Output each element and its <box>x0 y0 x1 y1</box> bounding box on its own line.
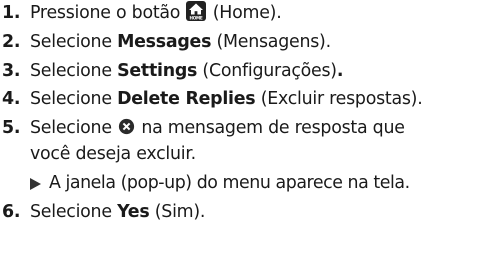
menu-option-name: Settings <box>117 60 198 81</box>
step-number: 5. <box>2 118 21 139</box>
step-4: 4. Selecione Delete Replies (Excluir res… <box>2 87 486 113</box>
svg-text:HOME: HOME <box>190 15 203 20</box>
step-number: 6. <box>2 202 21 223</box>
home-button-icon: HOME <box>186 1 207 21</box>
step-text: Selecione na mensagem de resposta que vo… <box>30 116 486 197</box>
step-2: 2. Selecione Messages (Mensagens). <box>2 30 486 56</box>
delete-circle-x-icon <box>118 119 135 135</box>
step-6: 6. Selecione Yes (Sim). <box>2 200 486 226</box>
step-5: 5. Selecione na mensagem de resposta que… <box>2 116 486 197</box>
step-text: Selecione Messages (Mensagens). <box>30 31 331 52</box>
menu-option-name: Messages <box>117 31 212 52</box>
triangle-arrow-icon <box>30 178 41 191</box>
step-number: 3. <box>2 60 21 81</box>
step-text: Pressione o botão HOME (Home). <box>30 1 282 23</box>
step-text: Selecione Delete Replies (Excluir respos… <box>30 89 423 110</box>
step-text: Selecione Yes (Sim). <box>30 202 206 223</box>
step-number: 1. <box>2 3 21 23</box>
step-number: 4. <box>2 89 21 110</box>
step-number: 2. <box>2 31 21 52</box>
step-3: 3. Selecione Settings (Configurações). <box>2 59 486 85</box>
menu-option-name: Yes <box>117 202 150 223</box>
menu-option-name: Delete Replies <box>117 89 256 110</box>
instruction-steps: 1. Pressione o botão HOME (Home). 2. Sel… <box>0 0 490 261</box>
step-1: 1. Pressione o botão HOME (Home). <box>2 1 486 27</box>
step-result: A janela (pop-up) do menu aparece na tel… <box>30 171 486 197</box>
step-text: Selecione Settings (Configurações). <box>30 60 344 81</box>
